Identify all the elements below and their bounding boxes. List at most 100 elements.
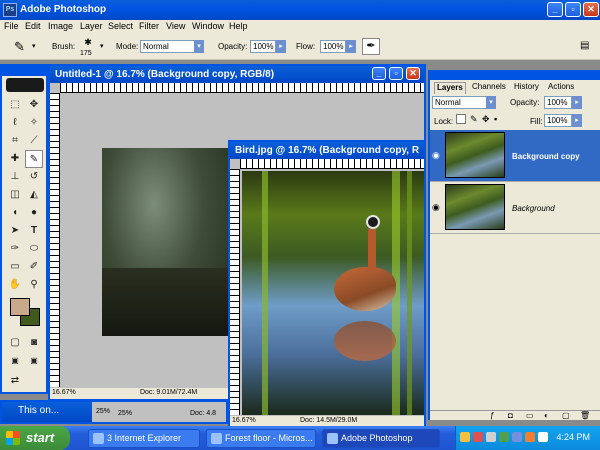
zoom-level[interactable]: 16.67% bbox=[52, 389, 76, 396]
menu-edit[interactable]: Edit bbox=[25, 21, 41, 31]
dodge-tool-icon[interactable]: ● bbox=[25, 204, 43, 222]
palette-well-icon[interactable]: ▤ bbox=[580, 40, 594, 53]
tray-icon-3[interactable] bbox=[486, 432, 496, 442]
flow-input[interactable]: 100% bbox=[320, 40, 346, 53]
task-adobe-photoshop[interactable]: Adobe Photoshop bbox=[322, 429, 440, 448]
quick-mask-icon[interactable]: ◙ bbox=[25, 334, 43, 352]
tab-actions[interactable]: Actions bbox=[546, 82, 576, 94]
menu-select[interactable]: Select bbox=[108, 21, 133, 31]
visibility-eye-icon[interactable]: ◉ bbox=[432, 202, 440, 213]
maximize-button[interactable]: ▫ bbox=[565, 2, 581, 17]
blend-mode-select[interactable]: Normal bbox=[432, 96, 490, 109]
imageready-jump-icon[interactable]: ⇄ bbox=[6, 372, 24, 390]
minimize-button[interactable]: _ bbox=[547, 2, 563, 17]
fill-slider-icon[interactable]: ▸ bbox=[572, 114, 582, 127]
menu-view[interactable]: View bbox=[166, 21, 185, 31]
layer-opacity-slider-icon[interactable]: ▸ bbox=[572, 96, 582, 109]
doc-close-button[interactable]: ✕ bbox=[406, 67, 420, 80]
trash-icon[interactable]: 🗑 bbox=[580, 411, 590, 420]
start-button[interactable]: start bbox=[0, 426, 70, 450]
tray-icon-4[interactable] bbox=[499, 432, 509, 442]
standard-mode-icon[interactable]: ▢ bbox=[6, 334, 24, 352]
lock-transparency-icon[interactable] bbox=[456, 114, 466, 124]
fill-input[interactable]: 100% bbox=[544, 114, 572, 127]
opacity-input[interactable]: 100% bbox=[250, 40, 276, 53]
adjustment-layer-icon[interactable]: ◐ bbox=[544, 411, 549, 420]
tray-icon-2[interactable] bbox=[473, 432, 483, 442]
eraser-tool-icon[interactable]: ◫ bbox=[6, 186, 24, 204]
task-internet-explorer[interactable]: 3 Internet Explorer bbox=[88, 429, 200, 448]
adobe-online-icon[interactable] bbox=[6, 78, 44, 92]
tray-icon-5[interactable] bbox=[512, 432, 522, 442]
lock-position-icon[interactable]: ✥ bbox=[482, 114, 490, 125]
hand-tool-icon[interactable]: ✋ bbox=[6, 276, 24, 294]
menu-image[interactable]: Image bbox=[48, 21, 73, 31]
document-title: Untitled-1 @ 16.7% (Background copy, RGB… bbox=[55, 69, 275, 80]
airbrush-icon[interactable]: ✒ bbox=[362, 38, 380, 55]
menu-help[interactable]: Help bbox=[229, 21, 248, 31]
marquee-tool-icon[interactable]: ⬚ bbox=[6, 96, 24, 114]
path-selection-icon[interactable]: ➤ bbox=[6, 222, 24, 240]
flow-slider-icon[interactable]: ▸ bbox=[346, 40, 356, 53]
brush-preview-icon[interactable]: ✱ bbox=[82, 37, 94, 49]
menu-layer[interactable]: Layer bbox=[80, 21, 103, 31]
lock-image-icon[interactable]: ✎ bbox=[470, 114, 478, 125]
add-layer-style-icon[interactable]: ƒ bbox=[490, 411, 494, 420]
menu-filter[interactable]: Filter bbox=[139, 21, 159, 31]
brush-tool-button[interactable]: ✎ bbox=[25, 150, 43, 168]
notes-tool-icon[interactable]: ▭ bbox=[6, 258, 24, 276]
blend-mode-dropdown-icon[interactable]: ▾ bbox=[486, 96, 496, 109]
move-tool-icon[interactable]: ✥ bbox=[25, 96, 43, 114]
task-forest-floor[interactable]: Forest floor - Micros... bbox=[206, 429, 316, 448]
lock-all-icon[interactable]: ▪ bbox=[494, 114, 497, 124]
pen-tool-icon[interactable]: ✑ bbox=[6, 240, 24, 258]
layer-row-background[interactable]: ◉ Background bbox=[430, 182, 600, 234]
magic-wand-icon[interactable]: ✧ bbox=[25, 114, 43, 132]
opacity-slider-icon[interactable]: ▸ bbox=[276, 40, 286, 53]
tray-icon-1[interactable] bbox=[460, 432, 470, 442]
clock[interactable]: 4:24 PM bbox=[556, 432, 590, 442]
minimized-zoom-1[interactable]: 25% bbox=[96, 408, 110, 415]
tab-channels[interactable]: Channels bbox=[470, 82, 508, 94]
minimized-zoom-2[interactable]: 25% bbox=[118, 410, 132, 417]
doc-size[interactable]: Doc: 9.01M/72.4M bbox=[140, 389, 197, 396]
mode-dropdown-icon[interactable]: ▾ bbox=[194, 40, 204, 53]
tool-preset-dropdown-icon[interactable]: ▾ bbox=[32, 42, 36, 50]
new-layer-icon[interactable]: ▢ bbox=[562, 411, 570, 420]
screen-mode-full-icon[interactable]: ▣ bbox=[25, 352, 43, 370]
crop-tool-icon[interactable]: ⌗ bbox=[6, 132, 24, 150]
tab-history[interactable]: History bbox=[512, 82, 541, 94]
layer-row-background-copy[interactable]: ◉ Background copy bbox=[430, 130, 600, 182]
minimized-doc-size[interactable]: Doc: 4.8 bbox=[190, 410, 216, 417]
menu-file[interactable]: File bbox=[4, 21, 19, 31]
slice-tool-icon[interactable]: ⟋ bbox=[25, 132, 43, 150]
new-set-icon[interactable]: ▭ bbox=[526, 411, 534, 420]
menu-window[interactable]: Window bbox=[192, 21, 224, 31]
visibility-eye-icon[interactable]: ◉ bbox=[432, 150, 440, 161]
shape-tool-icon[interactable]: ⬭ bbox=[25, 240, 43, 258]
screen-mode-standard-icon[interactable]: ▣ bbox=[6, 352, 24, 370]
healing-brush-icon[interactable]: ✚ bbox=[6, 150, 24, 168]
doc-minimize-button[interactable]: _ bbox=[372, 67, 386, 80]
paint-bucket-icon[interactable]: ◭ bbox=[25, 186, 43, 204]
layer-opacity-input[interactable]: 100% bbox=[544, 96, 572, 109]
lasso-tool-icon[interactable]: ℓ bbox=[6, 114, 24, 132]
history-brush-icon[interactable]: ↺ bbox=[25, 168, 43, 186]
doc-maximize-button[interactable]: ▫ bbox=[389, 67, 403, 80]
eyedropper-icon[interactable]: ✐ bbox=[25, 258, 43, 276]
bird-doc-size[interactable]: Doc: 14.5M/29.0M bbox=[300, 417, 357, 424]
add-mask-icon[interactable]: ◘ bbox=[508, 411, 513, 420]
zoom-tool-icon[interactable]: ⚲ bbox=[25, 276, 43, 294]
minimized-title-bar[interactable]: This on... bbox=[2, 402, 92, 422]
close-button[interactable]: ✕ bbox=[583, 2, 599, 17]
clone-stamp-icon[interactable]: ⊥ bbox=[6, 168, 24, 186]
tab-layers[interactable]: Layers bbox=[434, 82, 466, 94]
tray-icon-6[interactable] bbox=[525, 432, 535, 442]
tray-icon-7[interactable] bbox=[538, 432, 548, 442]
bird-zoom-level[interactable]: 16.67% bbox=[232, 417, 256, 424]
horizontal-ruler bbox=[60, 83, 424, 93]
brush-tool-icon[interactable]: ✎ bbox=[14, 39, 25, 55]
brush-dropdown-icon[interactable]: ▾ bbox=[100, 42, 104, 50]
type-tool-icon[interactable]: T bbox=[25, 222, 43, 240]
blur-tool-icon[interactable]: ◖ bbox=[6, 204, 24, 222]
